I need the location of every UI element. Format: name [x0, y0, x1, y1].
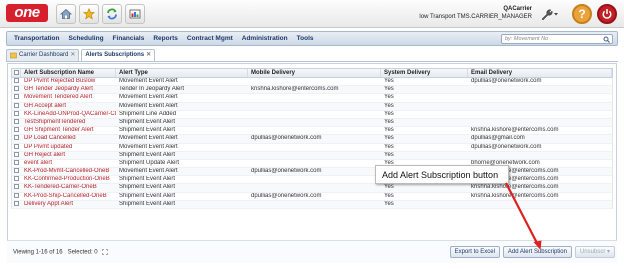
callout-arrow: [505, 182, 542, 250]
